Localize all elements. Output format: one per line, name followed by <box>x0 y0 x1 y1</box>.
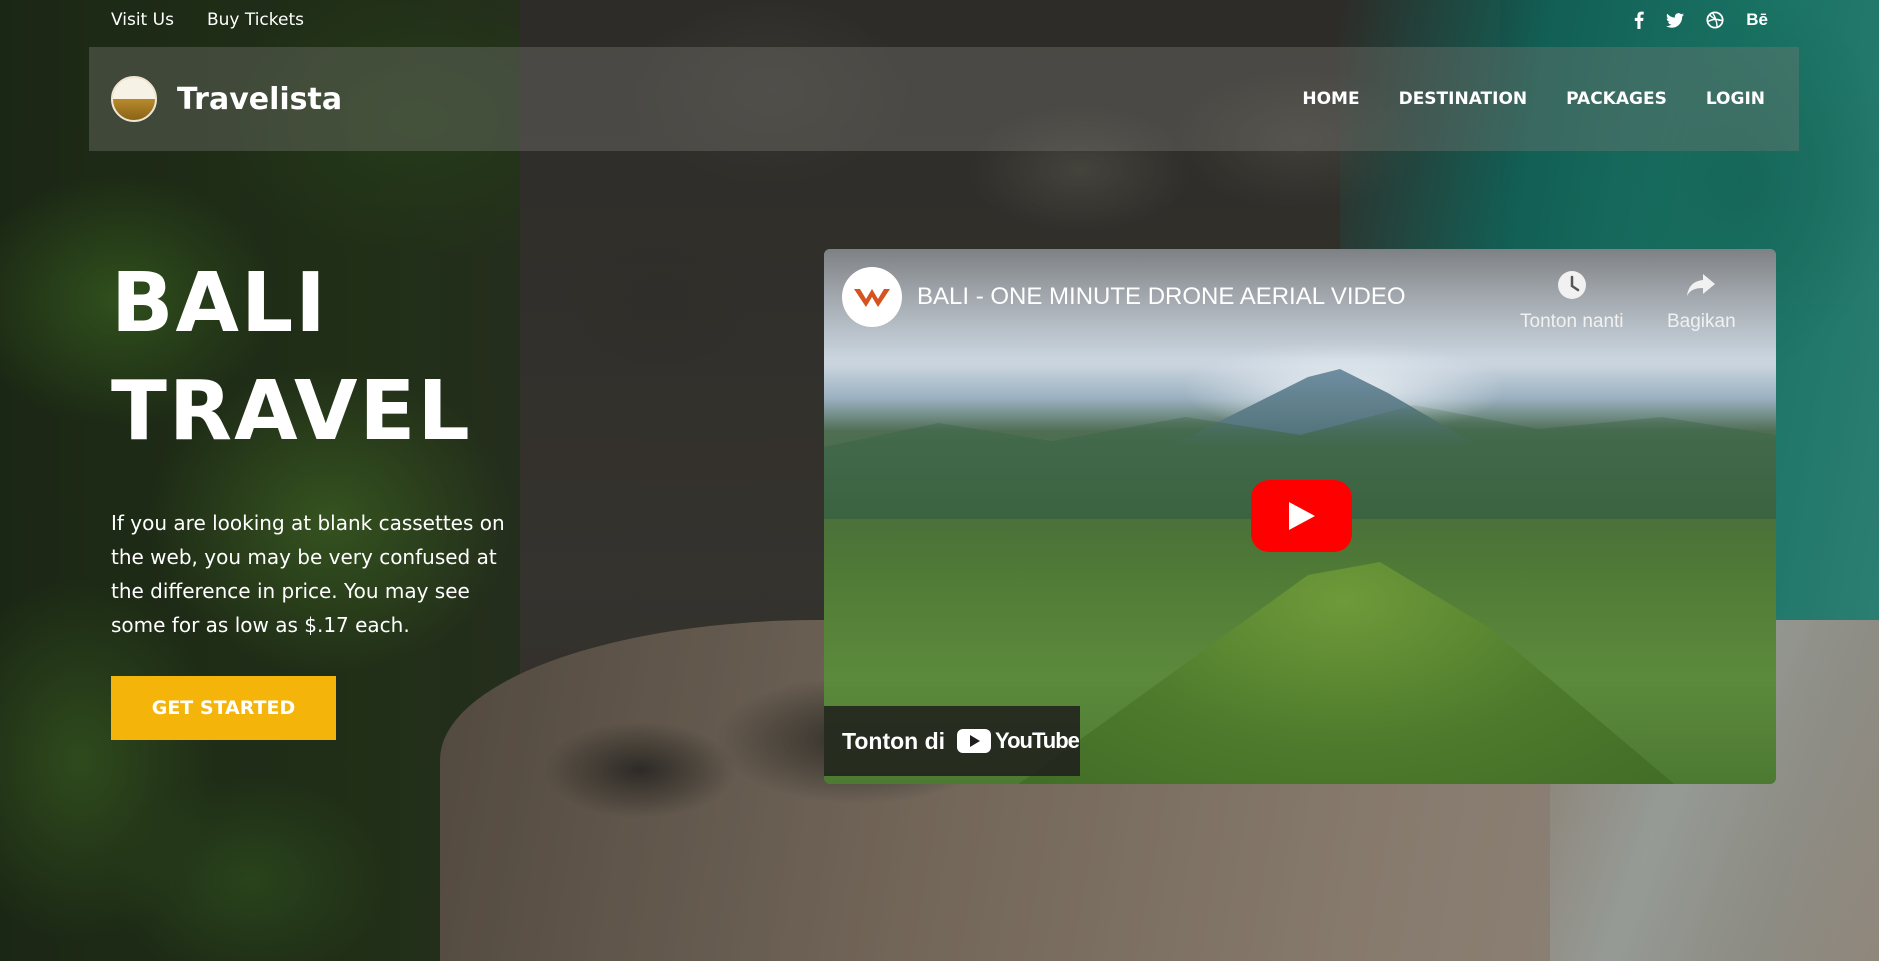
watch-on-youtube-button[interactable]: Tonton di YouTube <box>824 706 1080 776</box>
nav-menu: HOME DESTINATION PACKAGES LOGIN <box>1302 89 1765 109</box>
buy-tickets-link[interactable]: Buy Tickets <box>207 10 304 30</box>
channel-logo-icon <box>854 289 890 307</box>
dribbble-icon[interactable] <box>1706 11 1724 29</box>
clock-icon <box>1554 267 1590 303</box>
youtube-logo: YouTube <box>957 728 1080 754</box>
hero-description: If you are looking at blank cassettes on… <box>111 511 505 637</box>
nav-item-login[interactable]: LOGIN <box>1706 89 1765 109</box>
channel-avatar[interactable] <box>842 267 902 327</box>
top-links: Visit Us Buy Tickets <box>111 10 304 30</box>
facebook-icon[interactable] <box>1634 11 1644 29</box>
main-navbar: Travelista HOME DESTINATION PACKAGES LOG… <box>89 47 1799 151</box>
brand-logo <box>111 76 157 122</box>
play-icon <box>1288 502 1315 530</box>
get-started-button[interactable]: GET STARTED <box>111 676 336 740</box>
top-bar: Visit Us Buy Tickets Bē <box>111 0 1768 40</box>
hero-title: BALI TRAVEL <box>111 250 531 466</box>
hero-title-line2: TRAVEL <box>111 364 472 459</box>
hero-title-line1: BALI <box>111 256 328 351</box>
watch-later-button[interactable]: Tonton nanti <box>1520 267 1624 333</box>
youtube-icon <box>957 729 992 753</box>
twitter-icon[interactable] <box>1666 12 1685 28</box>
watch-later-label: Tonton nanti <box>1520 311 1624 332</box>
share-button[interactable]: Bagikan <box>1667 267 1736 333</box>
behance-icon[interactable]: Bē <box>1746 10 1768 30</box>
play-button[interactable] <box>1251 480 1352 552</box>
youtube-wordmark: YouTube <box>995 728 1080 753</box>
video-title[interactable]: BALI - ONE MINUTE DRONE AERIAL VIDEO <box>917 283 1406 311</box>
youtube-video-embed[interactable]: BALI - ONE MINUTE DRONE AERIAL VIDEO Ton… <box>824 249 1776 784</box>
brand[interactable]: Travelista <box>111 76 342 122</box>
nav-item-packages[interactable]: PACKAGES <box>1566 89 1667 109</box>
nav-item-destination[interactable]: DESTINATION <box>1399 89 1528 109</box>
social-links: Bē <box>1634 10 1768 30</box>
share-icon <box>1683 267 1719 303</box>
visit-us-link[interactable]: Visit Us <box>111 10 174 30</box>
watch-on-label: Tonton di <box>842 727 946 754</box>
brand-name: Travelista <box>177 81 343 117</box>
hero-section: BALI TRAVEL If you are looking at blank … <box>111 250 531 740</box>
share-label: Bagikan <box>1667 311 1736 332</box>
nav-item-home[interactable]: HOME <box>1302 89 1359 109</box>
